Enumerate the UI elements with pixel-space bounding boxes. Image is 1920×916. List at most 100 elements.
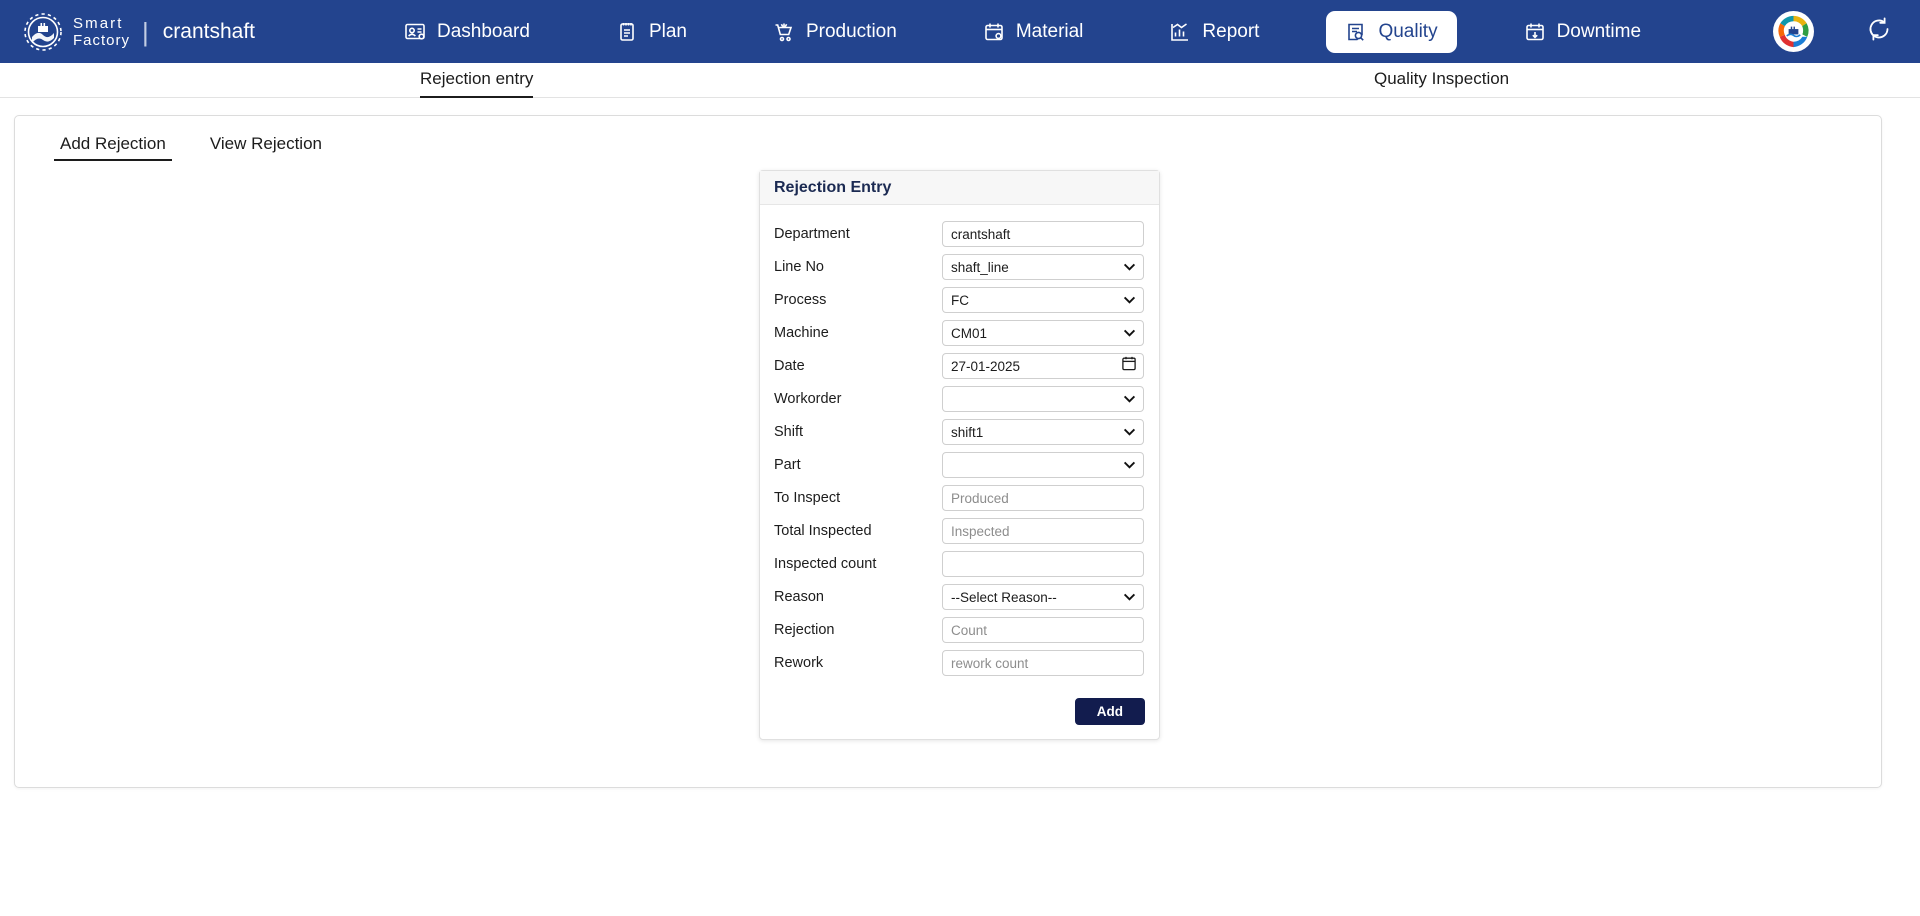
nav-label: Quality [1378, 20, 1438, 42]
control-total-inspected [942, 518, 1144, 544]
rework-input[interactable] [942, 650, 1144, 676]
nav-item-plan[interactable]: Plan [597, 11, 706, 53]
control-department [942, 221, 1144, 247]
control-to-inspect [942, 485, 1144, 511]
brand-name: Smart Factory [73, 15, 130, 49]
control-date: 27-01-2025 [942, 353, 1144, 379]
label-workorder: Workorder [774, 391, 842, 407]
label-rejection: Rejection [774, 622, 835, 638]
field-row-to-inspect: To Inspect [774, 485, 1144, 511]
rejection-entry-card: Rejection Entry Department Line No shaft… [759, 170, 1160, 740]
nav-item-dashboard[interactable]: Dashboard [385, 11, 549, 53]
shift-select[interactable]: shift1 [942, 419, 1144, 445]
to-inspect-input[interactable] [942, 485, 1144, 511]
field-row-inspected-count: Inspected count [774, 551, 1144, 577]
label-to-inspect: To Inspect [774, 490, 841, 506]
sub-navbar: Rejection entry Quality Inspection [0, 63, 1920, 98]
department-input[interactable] [942, 221, 1144, 247]
control-part [942, 452, 1144, 478]
label-rework: Rework [774, 655, 824, 671]
nav-item-downtime[interactable]: Downtime [1505, 11, 1660, 53]
tab-view-rejection[interactable]: View Rejection [204, 134, 328, 161]
process-select[interactable]: FC [942, 287, 1144, 313]
main-nav: Dashboard Plan Production Material Repor… [385, 10, 1660, 53]
label-part: Part [774, 457, 801, 473]
department-name: crantshaft [162, 19, 255, 43]
control-shift: shift1 [942, 419, 1144, 445]
field-row-workorder: Workorder [774, 386, 1144, 412]
navbar-right-actions [1773, 11, 1898, 52]
nav-label: Material [1015, 20, 1084, 42]
card-header: Rejection Entry [760, 171, 1159, 205]
nav-label: Dashboard [437, 20, 530, 42]
calendar-gear-icon [983, 21, 1005, 43]
rejection-tabs: Add Rejection View Rejection [54, 134, 328, 161]
control-rejection [942, 617, 1144, 643]
subnav-item-rejection-entry[interactable]: Rejection entry [420, 69, 534, 98]
add-button[interactable]: Add [1074, 698, 1145, 725]
label-shift: Shift [774, 424, 804, 440]
smart-factory-logo-icon [22, 11, 64, 53]
bar-chart-icon [1169, 21, 1191, 43]
nav-item-report[interactable]: Report [1150, 11, 1278, 53]
label-total-inspected: Total Inspected [774, 523, 872, 539]
card-title: Rejection Entry [774, 178, 892, 196]
control-inspected-count [942, 551, 1144, 577]
calendar-down-icon [1524, 21, 1546, 43]
dashboard-icon [404, 21, 426, 43]
label-process: Process [774, 292, 827, 308]
brand[interactable]: Smart Factory [22, 11, 130, 53]
card-footer: Add [760, 690, 1159, 739]
control-machine: CM01 [942, 320, 1144, 346]
control-workorder [942, 386, 1144, 412]
field-row-reason: Reason --Select Reason-- [774, 584, 1144, 610]
field-row-rejection: Rejection [774, 617, 1144, 643]
nav-label: Plan [648, 20, 687, 42]
rejection-input[interactable] [942, 617, 1144, 643]
brand-separator: | [142, 16, 149, 47]
brand-line-1: Smart [73, 14, 124, 32]
label-department: Department [774, 226, 850, 242]
control-reason: --Select Reason-- [942, 584, 1144, 610]
label-date: Date [774, 358, 805, 374]
label-line-no: Line No [774, 259, 824, 275]
label-inspected-count: Inspected count [774, 556, 877, 572]
field-row-part: Part [774, 452, 1144, 478]
document-search-icon [1345, 21, 1367, 43]
content-panel: Add Rejection View Rejection Rejection E… [14, 115, 1882, 788]
part-select[interactable] [942, 452, 1144, 478]
control-rework [942, 650, 1144, 676]
label-reason: Reason [774, 589, 824, 605]
nav-item-material[interactable]: Material [964, 11, 1103, 53]
label-machine: Machine [774, 325, 829, 341]
tab-add-rejection[interactable]: Add Rejection [54, 134, 172, 161]
control-process: FC [942, 287, 1144, 313]
control-line-no: shaft_line [942, 254, 1144, 280]
field-row-shift: Shift shift1 [774, 419, 1144, 445]
refresh-history-icon [1866, 16, 1892, 47]
field-row-line-no: Line No shaft_line [774, 254, 1144, 280]
card-body: Department Line No shaft_line Process [760, 205, 1159, 690]
nav-item-production[interactable]: Production [754, 11, 916, 53]
avatar[interactable] [1773, 11, 1814, 52]
cart-icon [773, 21, 795, 43]
workorder-select[interactable] [942, 386, 1144, 412]
nav-item-quality[interactable]: Quality [1326, 10, 1457, 53]
line-no-select[interactable]: shaft_line [942, 254, 1144, 280]
subnav-item-quality-inspection[interactable]: Quality Inspection [1374, 69, 1509, 96]
inspected-count-input[interactable] [942, 551, 1144, 577]
date-input[interactable]: 27-01-2025 [942, 353, 1144, 379]
company-logo-avatar-icon [1774, 12, 1813, 51]
field-row-department: Department [774, 221, 1144, 247]
machine-select[interactable]: CM01 [942, 320, 1144, 346]
field-row-date: Date 27-01-2025 [774, 353, 1144, 379]
nav-label: Production [805, 20, 897, 42]
field-row-rework: Rework [774, 650, 1144, 676]
refresh-history-button[interactable] [1866, 16, 1892, 47]
total-inspected-input[interactable] [942, 518, 1144, 544]
reason-select[interactable]: --Select Reason-- [942, 584, 1144, 610]
field-row-process: Process FC [774, 287, 1144, 313]
field-row-machine: Machine CM01 [774, 320, 1144, 346]
field-row-total-inspected: Total Inspected [774, 518, 1144, 544]
top-navbar: Smart Factory | crantshaft Dashboard Pla… [0, 0, 1920, 63]
